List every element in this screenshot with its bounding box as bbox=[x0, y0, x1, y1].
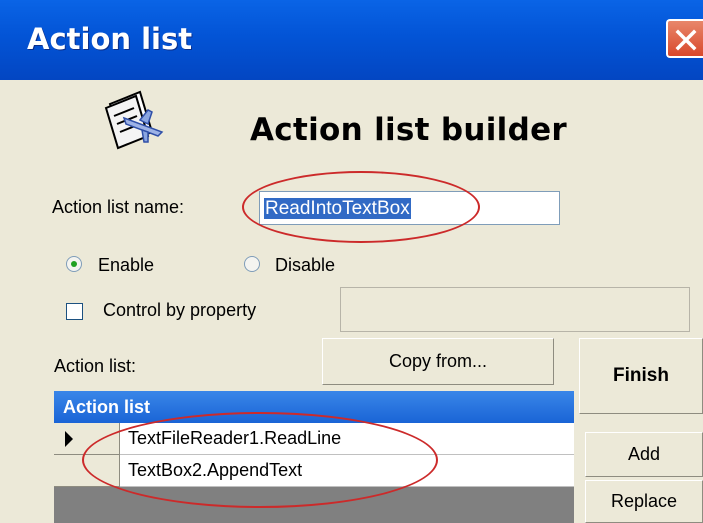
finish-button[interactable]: Finish bbox=[579, 338, 703, 414]
title-bar[interactable]: Action list bbox=[0, 0, 703, 80]
annotation-ellipse-name bbox=[242, 171, 480, 243]
annotation-ellipse-rows bbox=[82, 412, 438, 508]
property-field[interactable] bbox=[340, 287, 690, 332]
enable-label: Enable bbox=[98, 255, 155, 275]
control-by-property-label: Control by property bbox=[103, 300, 257, 320]
disable-label: Disable bbox=[275, 255, 336, 275]
control-by-property-checkbox[interactable] bbox=[66, 303, 83, 320]
close-icon bbox=[675, 29, 697, 51]
action-list-label: Action list: bbox=[54, 356, 137, 376]
action-list-name-label: Action list name: bbox=[52, 197, 185, 217]
add-button[interactable]: Add bbox=[585, 432, 703, 477]
enable-radio[interactable] bbox=[66, 256, 82, 272]
copy-from-button[interactable]: Copy from... bbox=[322, 338, 554, 385]
page-title: Action list builder bbox=[250, 112, 568, 148]
close-button[interactable] bbox=[666, 19, 703, 58]
window-title: Action list bbox=[27, 22, 193, 56]
current-row-arrow-icon bbox=[65, 431, 73, 447]
replace-button[interactable]: Replace bbox=[585, 480, 703, 523]
airplane-document-icon bbox=[104, 90, 164, 150]
disable-radio[interactable] bbox=[244, 256, 260, 272]
radio-selected-dot bbox=[71, 261, 77, 267]
